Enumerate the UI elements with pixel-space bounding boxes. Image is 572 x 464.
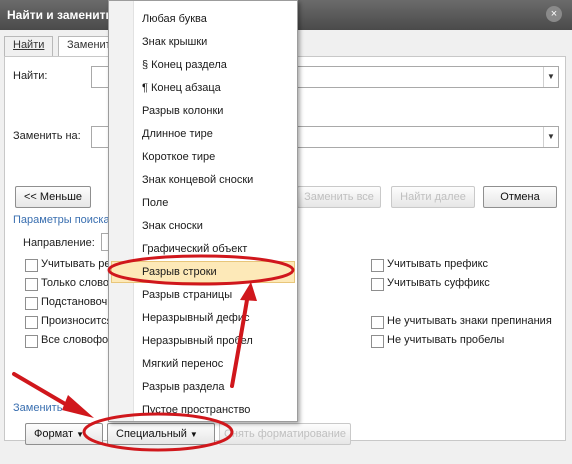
- button-ellipse: [82, 412, 234, 452]
- annotation-layer: [12, 254, 295, 452]
- arrow-line: [12, 372, 74, 410]
- arrow-line: [230, 292, 250, 388]
- highlight-ellipse: [107, 254, 295, 286]
- arrow-head: [240, 282, 257, 301]
- arrow-head: [62, 395, 94, 418]
